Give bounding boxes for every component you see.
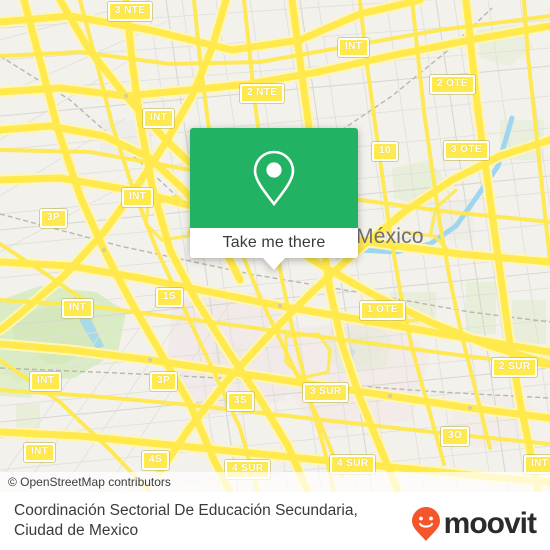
road-shield[interactable]: INT (122, 188, 154, 207)
place-title-line2: Ciudad de Mexico (14, 522, 139, 539)
map-attribution[interactable]: © OpenStreetMap contributors (0, 472, 550, 492)
road-shield[interactable]: 3P (150, 372, 178, 391)
place-title-line1: Coordinación Sectorial De Educación Secu… (14, 502, 358, 519)
popup-pin-area (190, 128, 358, 228)
road-shield[interactable]: 3S (227, 392, 255, 411)
footer-bar: Coordinación Sectorial De Educación Secu… (0, 492, 550, 550)
screen: .blk{fill:#fbfaf7;} .blkg{fill:#eceae4;}… (0, 0, 550, 550)
moovit-logo[interactable]: moovit (411, 506, 537, 542)
road-shield[interactable]: 1S (156, 288, 184, 307)
moovit-wordmark: moovit (443, 507, 537, 540)
location-popup-card[interactable]: Take me there (190, 128, 358, 270)
moovit-smiley-pin-icon (411, 507, 440, 541)
road-shield[interactable]: 2 NTE (240, 84, 285, 103)
road-shield[interactable]: INT (24, 443, 56, 462)
road-shield[interactable]: 2 OTE (430, 75, 475, 94)
road-shield[interactable]: 3 NTE (108, 2, 153, 21)
map-canvas[interactable]: .blk{fill:#fbfaf7;} .blkg{fill:#eceae4;}… (0, 0, 550, 492)
road-shield[interactable]: 10 (372, 142, 398, 161)
road-shield[interactable]: 3 OTE (444, 141, 489, 160)
road-shield[interactable]: INT (62, 299, 94, 318)
popup-tail (263, 258, 285, 270)
place-title: Coordinación Sectorial De Educación Secu… (14, 501, 404, 541)
road-shield[interactable]: 3 SUR (303, 383, 349, 402)
road-shield[interactable]: INT (30, 372, 62, 391)
road-shield[interactable]: 4S (142, 451, 170, 470)
road-shield[interactable]: INT (143, 109, 175, 128)
take-me-there-button[interactable]: Take me there (190, 228, 358, 258)
road-shield[interactable]: 3P (40, 209, 68, 228)
city-label: México (356, 225, 424, 248)
take-me-there-label: Take me there (222, 234, 326, 251)
road-shield[interactable]: 3O (441, 427, 470, 446)
road-shield[interactable]: 1 OTE (360, 301, 405, 320)
road-shield[interactable]: 2 SUR (492, 358, 538, 377)
map-pin-icon (253, 150, 295, 207)
road-shield[interactable]: INT (338, 38, 370, 57)
